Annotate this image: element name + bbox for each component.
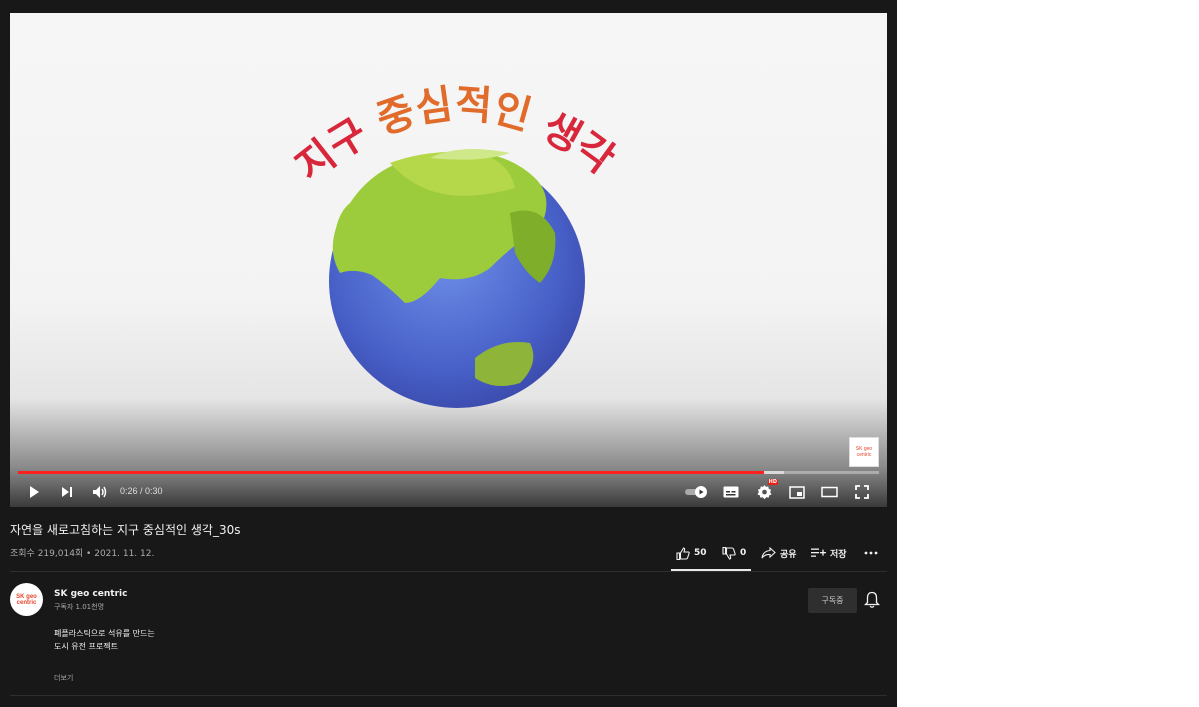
volume-icon xyxy=(93,486,107,498)
thumbs-down-icon xyxy=(722,546,736,560)
fullscreen-button[interactable] xyxy=(851,481,873,503)
video-frame: 지구 중심적인 생각 xyxy=(288,81,623,408)
captions-button[interactable] xyxy=(720,481,742,503)
miniplayer-icon xyxy=(789,485,805,499)
video-actions: 50 0 공유 저장 xyxy=(668,542,888,571)
share-label: 공유 xyxy=(780,549,797,560)
like-button[interactable]: 50 xyxy=(676,542,707,564)
miniplayer-button[interactable] xyxy=(786,481,808,503)
play-button[interactable] xyxy=(23,481,45,503)
video-description: 폐플라스틱으로 석유를 만드는 도시 유전 프로젝트 xyxy=(54,627,155,653)
more-actions-button[interactable] xyxy=(864,542,878,564)
globe-illustration xyxy=(329,149,585,408)
save-button[interactable]: 저장 xyxy=(811,542,847,564)
notification-button[interactable] xyxy=(863,591,882,609)
time-display: 0:26 / 0:30 xyxy=(120,486,163,496)
hd-badge: HD xyxy=(767,479,778,485)
video-title: 자연을 새로고침하는 지구 중심적인 생각_30s xyxy=(10,523,241,537)
more-horiz-icon xyxy=(864,551,878,555)
description-line-1: 폐플라스틱으로 석유를 만드는 xyxy=(54,629,155,638)
settings-button[interactable]: HD xyxy=(753,479,778,503)
divider-bottom xyxy=(10,695,887,696)
share-button[interactable]: 공유 xyxy=(761,542,797,564)
video-meta: 조회수 219,014회 • 2021. 11. 12. xyxy=(10,549,155,559)
description-line-2: 도시 유전 프로젝트 xyxy=(54,642,118,651)
settings-icon xyxy=(756,484,772,499)
share-icon xyxy=(761,547,776,559)
dislike-button[interactable]: 0 xyxy=(722,542,746,564)
captions-icon xyxy=(723,486,739,498)
video-player[interactable]: 지구 중심적인 생각 SK geo centric 0:26 / 0:30 HD xyxy=(10,13,887,507)
played-bar xyxy=(18,471,765,474)
save-label: 저장 xyxy=(830,549,847,560)
next-icon xyxy=(62,487,72,497)
subscriber-count: 구독자 1.01천명 xyxy=(54,603,105,611)
player-controls: 0:26 / 0:30 HD xyxy=(10,479,887,507)
play-icon xyxy=(30,486,39,498)
progress-bar[interactable] xyxy=(18,471,879,474)
divider-top xyxy=(10,571,887,572)
watch-page: 지구 중심적인 생각 SK geo centric 0:26 / 0:30 HD… xyxy=(0,0,897,707)
mute-button[interactable] xyxy=(89,481,111,503)
channel-name[interactable]: SK geo centric xyxy=(54,589,127,599)
show-more-link[interactable]: 더보기 xyxy=(54,673,73,683)
like-count: 50 xyxy=(694,548,707,558)
theater-icon xyxy=(820,486,838,498)
thumbs-up-icon xyxy=(676,546,690,560)
next-button[interactable] xyxy=(56,481,78,503)
channel-avatar[interactable]: SK geo centric xyxy=(10,583,43,616)
dislike-count: 0 xyxy=(740,548,747,558)
channel-watermark[interactable]: SK geo centric xyxy=(849,437,879,467)
bell-icon xyxy=(863,591,881,608)
playlist-add-icon xyxy=(811,548,826,557)
autoplay-toggle-icon xyxy=(685,486,707,498)
subscribed-button[interactable]: 구독중 xyxy=(808,588,857,613)
autoplay-toggle[interactable] xyxy=(684,481,710,503)
fullscreen-icon xyxy=(855,485,869,499)
theater-button[interactable] xyxy=(818,481,840,503)
